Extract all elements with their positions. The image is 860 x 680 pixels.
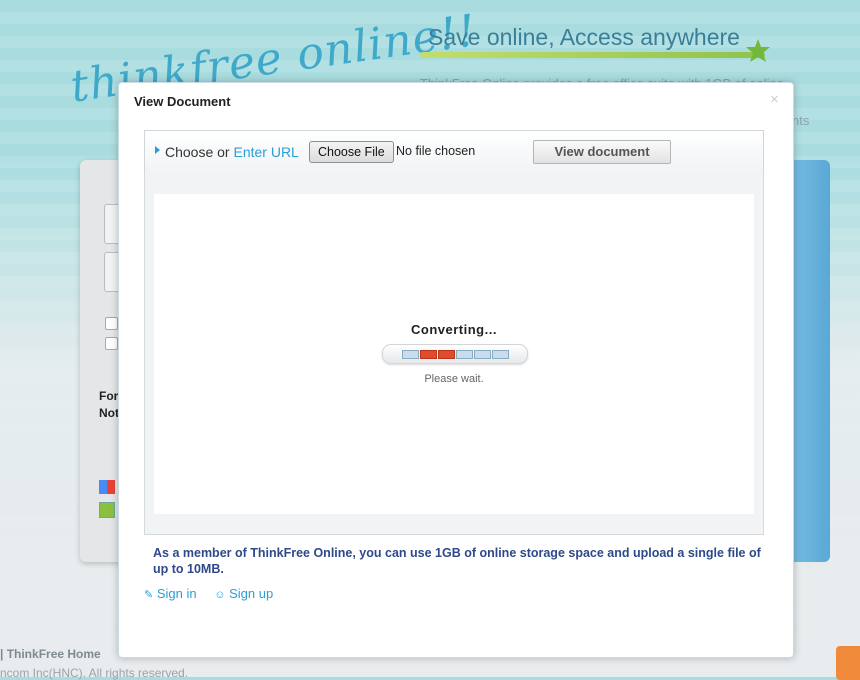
footer-home-link[interactable]: | ThinkFree Home	[0, 647, 101, 661]
choose-prefix: Choose or	[165, 144, 230, 160]
converting-label: Converting...	[411, 322, 497, 337]
please-wait-label: Please wait.	[424, 373, 484, 385]
no-file-label: No file chosen	[396, 144, 476, 158]
progress-segment	[438, 350, 455, 359]
progress-segment	[456, 350, 473, 359]
document-viewer: Converting... Please wait.	[154, 194, 754, 514]
progress-segment	[474, 350, 491, 359]
forgot-link[interactable]: For	[99, 389, 118, 403]
viewer-frame: Converting... Please wait.	[144, 173, 764, 535]
sign-in-link[interactable]: Sign in	[157, 586, 197, 601]
auth-links: ✎ Sign in ☺ Sign up	[144, 586, 287, 601]
remember-checkbox[interactable]	[105, 317, 118, 330]
enter-url-link[interactable]: Enter URL	[233, 144, 298, 160]
progress-segment	[420, 350, 437, 359]
google-icon[interactable]	[99, 480, 115, 494]
sign-up-link[interactable]: Sign up	[229, 586, 273, 601]
key-icon: ✎	[144, 589, 154, 601]
member-note: As a member of ThinkFree Online, you can…	[153, 546, 761, 576]
service-icon[interactable]	[99, 502, 115, 518]
close-icon[interactable]: ×	[770, 91, 779, 108]
footer-copyright: ncom Inc(HNC). All rights reserved.	[0, 666, 189, 680]
secure-checkbox[interactable]	[105, 337, 118, 350]
choose-label: Choose or Enter URL	[165, 144, 299, 160]
intro-text-end: nts	[792, 113, 810, 128]
mail-icon[interactable]	[836, 646, 860, 680]
dialog-title: View Document	[134, 94, 231, 109]
progress-segment	[402, 350, 419, 359]
choose-file-button[interactable]: Choose File	[309, 141, 394, 163]
progress-bar	[382, 344, 528, 364]
arrow-right-icon	[155, 146, 160, 154]
slogan-underline	[420, 52, 765, 58]
upload-toolbar: Choose or Enter URL Choose File No file …	[144, 130, 764, 174]
not-member-link[interactable]: Not	[99, 406, 119, 420]
view-document-button[interactable]: View document	[533, 140, 671, 164]
slogan: Save online, Access anywhere	[428, 24, 740, 50]
star-icon	[746, 39, 770, 62]
user-icon: ☺	[214, 589, 226, 601]
progress-segment	[492, 350, 509, 359]
view-document-dialog: View Document × Choose or Enter URL Choo…	[118, 82, 794, 658]
